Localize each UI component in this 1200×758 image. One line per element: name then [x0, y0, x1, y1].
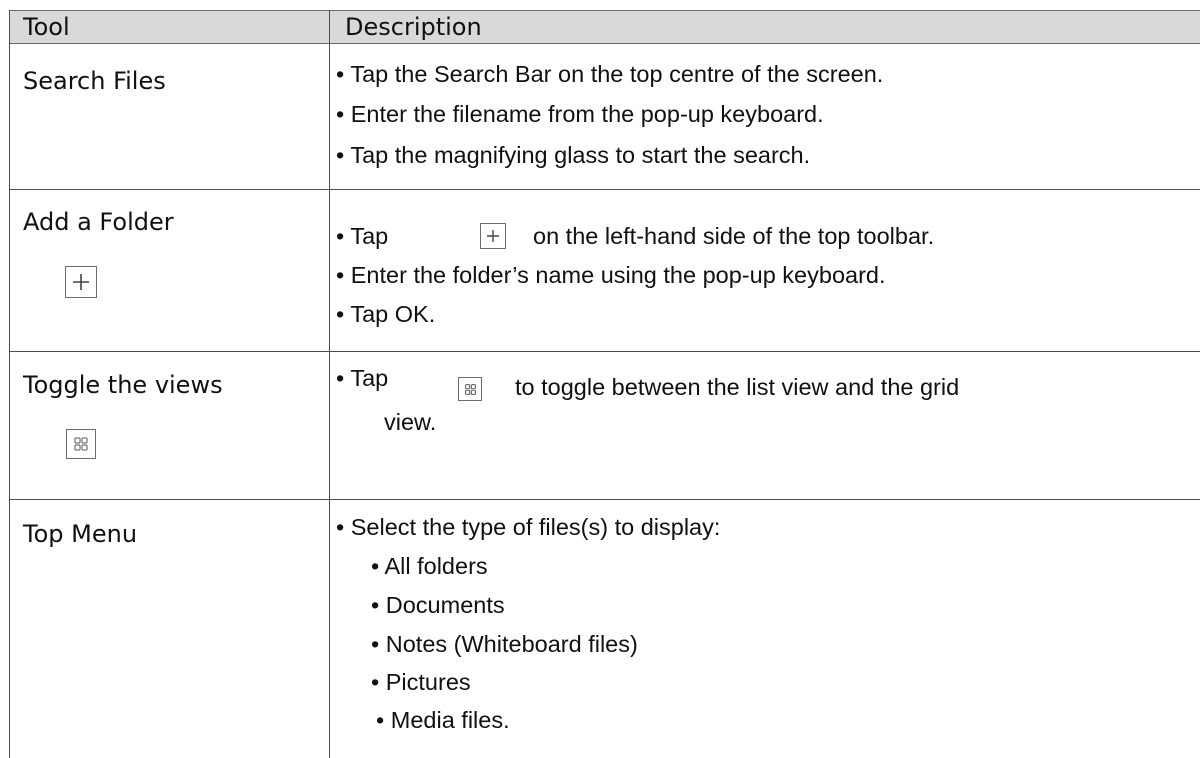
description-line: on the left-hand side of the top toolbar…: [533, 223, 935, 249]
description-line: • All folders: [371, 553, 488, 579]
description-line: to toggle between the list view and the …: [515, 374, 960, 400]
tool-name: Add a Folder: [23, 208, 174, 236]
description-line: • Tap: [336, 223, 389, 249]
row-divider: [9, 499, 1200, 500]
tool-name: Toggle the views: [23, 371, 223, 399]
description-line: • Pictures: [371, 669, 471, 695]
description-line: • Notes (Whiteboard files): [371, 631, 638, 657]
description-line: • Enter the folder’s name using the pop-…: [336, 262, 886, 288]
description-line: • Tap the Search Bar on the top centre o…: [336, 61, 884, 87]
column-divider: [329, 10, 330, 758]
tool-name: Top Menu: [23, 520, 138, 548]
tool-name: Search Files: [23, 67, 166, 95]
row-divider: [9, 351, 1200, 352]
description-line: • Tap the magnifying glass to start the …: [336, 142, 811, 168]
grid-view-icon: [66, 429, 96, 459]
plus-icon: [480, 223, 506, 249]
table-border-left: [9, 10, 10, 758]
description-line: view.: [384, 409, 437, 435]
description-line: • Select the type of files(s) to display…: [336, 514, 721, 540]
tools-table: Tool Description Search Files • Tap the …: [9, 10, 1200, 758]
description-line: • Enter the filename from the pop-up key…: [336, 101, 824, 127]
description-line: • Documents: [371, 592, 505, 618]
table-header: Tool Description: [9, 10, 1200, 44]
description-line: • Tap: [336, 365, 389, 391]
grid-view-icon: [458, 377, 482, 401]
description-line: • Media files.: [376, 707, 510, 733]
row-divider: [9, 189, 1200, 190]
description-line: • Tap OK.: [336, 301, 436, 327]
plus-icon: [65, 266, 97, 298]
header-tool: Tool: [23, 13, 70, 41]
header-description: Description: [345, 13, 482, 41]
